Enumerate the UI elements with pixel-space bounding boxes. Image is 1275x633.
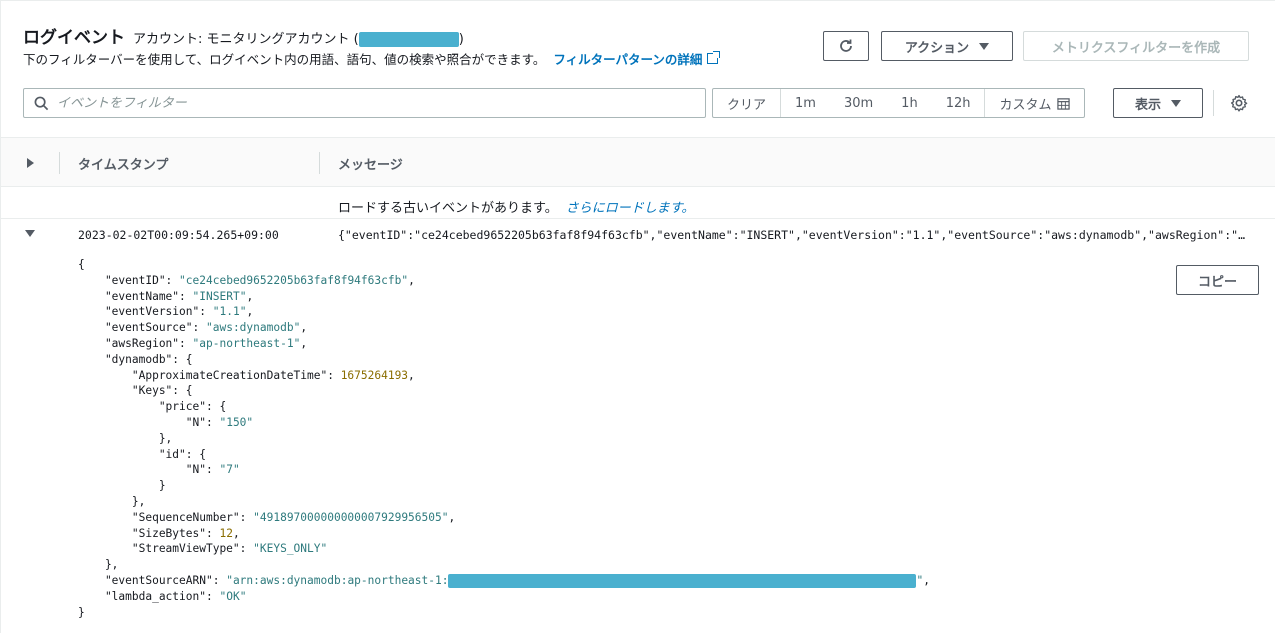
account-label: アカウント: モニタリングアカウント () — [133, 28, 464, 47]
json-eventVersion: 1.1 — [219, 305, 240, 319]
collapse-caret-icon[interactable] — [25, 230, 35, 237]
copy-button[interactable]: コピー — [1176, 265, 1259, 295]
filter-pattern-link[interactable]: フィルターパターンの詳細 — [553, 49, 702, 68]
actions-label: アクション — [904, 40, 970, 56]
log-events-panel: ログイベント アカウント: モニタリングアカウント () 下のフィルターバーを使… — [0, 0, 1275, 633]
load-more-link[interactable]: さらにロードします。 — [566, 201, 695, 216]
json-sequence-number: 491897000000000007929956505 — [259, 510, 442, 524]
custom-range-button[interactable]: カスタム — [985, 89, 1084, 117]
json-eventID: ce24cebed9652205b63faf8f94f63cfb — [185, 273, 402, 287]
page-title-row: ログイベント アカウント: モニタリングアカウント () — [23, 23, 464, 48]
range-1h[interactable]: 1h — [887, 89, 932, 117]
load-more-text: ロードする古いイベントがあります。 — [338, 201, 558, 216]
range-12h[interactable]: 12h — [932, 89, 986, 117]
column-message[interactable]: メッセージ — [338, 154, 403, 173]
range-30m[interactable]: 30m — [830, 89, 887, 117]
json-size-bytes: 12 — [219, 526, 233, 540]
json-creation-time: 1675264193 — [340, 368, 409, 382]
search-icon — [34, 96, 49, 110]
event-filter-input[interactable] — [57, 95, 657, 111]
column-divider — [59, 152, 60, 174]
event-filter-box[interactable] — [23, 88, 706, 118]
page-description-row: 下のフィルターバーを使用して、ログイベント内の用語、語句、値の検索や照合ができま… — [23, 49, 721, 68]
json-awsRegion: ap-northeast-1 — [199, 336, 294, 350]
json-lambda-action: OK — [226, 589, 240, 603]
event-timestamp: 2023-02-02T00:09:54.265+09:00 — [78, 228, 279, 242]
json-event-source-arn: arn:aws:dynamodb:ap-northeast-1: — [232, 573, 449, 587]
page-title: ログイベント — [23, 28, 125, 48]
json-eventName: INSERT — [199, 289, 240, 303]
redacted-arn — [448, 573, 917, 588]
load-more-row: ロードする古いイベントがあります。 さらにロードします。 — [338, 197, 694, 216]
event-json-view: { "eventID": "ce24cebed9652205b63faf8f94… — [78, 258, 930, 619]
create-metric-filter-label: メトリクスフィルターを作成 — [1051, 40, 1221, 56]
external-link-icon — [707, 51, 721, 64]
clear-button[interactable]: クリア — [713, 89, 782, 117]
caret-down-icon — [1171, 99, 1181, 107]
column-timestamp[interactable]: タイムスタンプ — [78, 154, 168, 173]
copy-label: コピー — [1197, 274, 1237, 290]
json-stream-view-type: KEYS_ONLY — [259, 542, 321, 556]
toolbar-divider — [1213, 90, 1214, 116]
redacted-account-id — [358, 32, 459, 47]
account-suffix: ) — [458, 32, 464, 47]
expand-all-icon[interactable] — [27, 158, 34, 168]
refresh-button[interactable] — [823, 31, 869, 61]
gear-icon[interactable] — [1230, 94, 1248, 112]
actions-button[interactable]: アクション — [881, 31, 1013, 61]
column-divider — [319, 152, 320, 174]
page-description: 下のフィルターバーを使用して、ログイベント内の用語、語句、値の検索や照合ができま… — [23, 52, 546, 67]
time-range-selector: クリア 1m 30m 1h 12h カスタム — [712, 88, 1086, 118]
refresh-icon — [840, 39, 852, 52]
create-metric-filter-button[interactable]: メトリクスフィルターを作成 — [1023, 31, 1249, 61]
account-prefix: アカウント: モニタリングアカウント ( — [133, 32, 359, 47]
range-1m[interactable]: 1m — [781, 89, 830, 117]
json-eventSource: aws:dynamodb — [212, 321, 294, 335]
custom-range-label: カスタム — [999, 97, 1052, 113]
display-button[interactable]: 表示 — [1113, 88, 1203, 118]
caret-down-icon — [979, 42, 990, 50]
json-price: 150 — [226, 415, 247, 429]
row-divider — [1, 218, 1275, 219]
table-header: タイムスタンプ メッセージ — [1, 137, 1275, 187]
calendar-icon — [1057, 97, 1071, 110]
json-id: 7 — [226, 463, 233, 477]
event-message[interactable]: {"eventID":"ce24cebed9652205b63faf8f94f6… — [338, 228, 1250, 242]
display-label: 表示 — [1134, 97, 1161, 113]
